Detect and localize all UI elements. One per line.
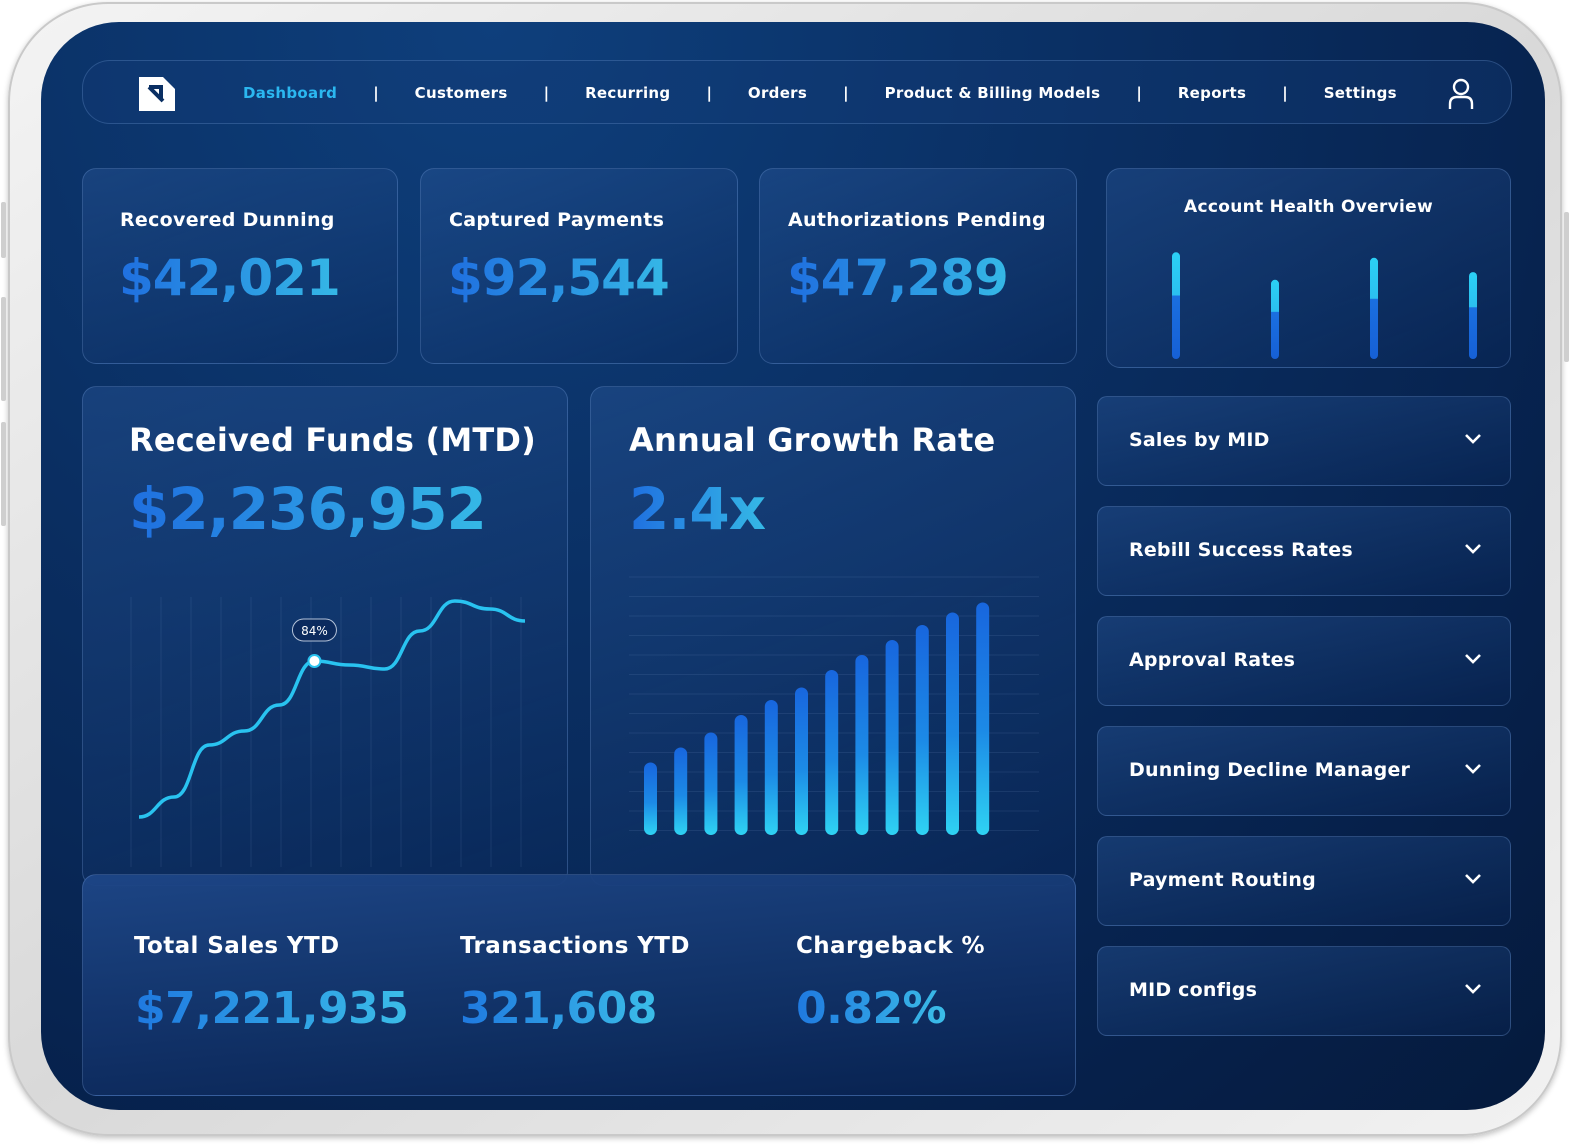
health-bars <box>1172 252 1477 359</box>
nav-separator: | <box>1136 84 1142 102</box>
nav-item-product-billing-models[interactable]: Product & Billing Models <box>885 84 1101 102</box>
dropdown-label: Sales by MID <box>1129 429 1270 451</box>
dropdown-sales-by-mid[interactable]: Sales by MID <box>1097 396 1511 486</box>
nav-separator: | <box>843 84 849 102</box>
summary-value: 321,608 <box>460 983 657 1034</box>
dropdown-label: Payment Routing <box>1129 869 1316 891</box>
nav-item-dashboard[interactable]: Dashboard <box>243 84 337 102</box>
nav-separator: | <box>543 84 550 102</box>
screen: Dashboard | Customers | Recurring | Orders | Pro… <box>41 22 1545 1110</box>
annual-growth-bar-chart <box>629 576 1039 835</box>
volume-button <box>1 422 6 526</box>
user-icon[interactable] <box>1447 78 1475 110</box>
stat-title: Recovered Dunning <box>120 209 335 231</box>
growth-bar <box>674 747 688 835</box>
health-bar <box>1172 252 1180 359</box>
growth-bar <box>825 670 839 835</box>
growth-bar <box>855 655 869 835</box>
growth-bar <box>704 732 718 835</box>
health-bar <box>1370 257 1378 359</box>
dropdown-dunning-decline-manager[interactable]: Dunning Decline Manager <box>1097 726 1511 816</box>
nav-separator: | <box>706 84 712 102</box>
growth-bar <box>764 700 778 835</box>
tablet-frame: Dashboard | Customers | Recurring | Orders | Pro… <box>1 2 1569 1136</box>
received-funds-line-chart: 84% <box>130 597 526 867</box>
power-button <box>1564 212 1569 362</box>
summary-value: $7,221,935 <box>135 983 409 1034</box>
nav-separator: | <box>1282 84 1288 102</box>
stat-title: Captured Payments <box>449 209 665 231</box>
dropdown-mid-configs[interactable]: MID configs <box>1097 946 1511 1036</box>
health-bar <box>1469 272 1477 359</box>
annual-growth-card[interactable]: Annual Growth Rate 2.4x <box>590 386 1076 886</box>
chevron-down-icon[interactable] <box>1464 543 1482 555</box>
nav-item-recurring[interactable]: Recurring <box>585 84 670 102</box>
growth-bar <box>946 612 959 835</box>
chevron-down-icon[interactable] <box>1464 873 1482 885</box>
nav-item-reports[interactable]: Reports <box>1178 84 1246 102</box>
growth-bar <box>734 715 748 835</box>
logo-icon[interactable] <box>137 75 177 113</box>
nav-menu: Dashboard | Customers | Recurring | Orders | Pro… <box>243 61 1397 125</box>
nav-item-settings[interactable]: Settings <box>1324 84 1397 102</box>
highlight-point[interactable] <box>307 654 322 668</box>
ytd-summary-card: Total Sales YTD $7,221,935 Transactions … <box>82 874 1076 1096</box>
chevron-down-icon[interactable] <box>1464 653 1482 665</box>
growth-bar <box>885 640 899 835</box>
health-bar <box>1271 279 1279 359</box>
tooltip-text: 84% <box>301 624 328 638</box>
dropdown-label: Rebill Success Rates <box>1129 539 1353 561</box>
chevron-down-icon[interactable] <box>1464 433 1482 445</box>
chevron-down-icon[interactable] <box>1464 763 1482 775</box>
growth-bar <box>644 762 657 835</box>
dropdown-payment-routing[interactable]: Payment Routing <box>1097 836 1511 926</box>
volume-button <box>1 297 6 401</box>
dropdown-label: Approval Rates <box>1129 649 1296 671</box>
stat-card-authorizations-pending[interactable]: Authorizations Pending $47,289 <box>759 168 1077 364</box>
nav-item-orders[interactable]: Orders <box>748 84 807 102</box>
growth-bar <box>915 625 929 835</box>
received-funds-card[interactable]: Received Funds (MTD) $2,236,952 84% <box>82 386 568 886</box>
summary-title: Transactions YTD <box>460 933 690 959</box>
stat-card-recovered-dunning[interactable]: Recovered Dunning $42,021 <box>82 168 398 364</box>
stat-value: $47,289 <box>787 249 1009 307</box>
stat-value: $42,021 <box>119 249 341 307</box>
nav-item-customers[interactable]: Customers <box>415 84 508 102</box>
dropdown-label: MID configs <box>1129 979 1258 1001</box>
growth-bar <box>795 687 808 835</box>
chevron-down-icon[interactable] <box>1464 983 1482 995</box>
account-health-card[interactable]: Account Health Overview <box>1106 168 1511 368</box>
stat-title: Authorizations Pending <box>788 209 1046 231</box>
top-navigation-bar: Dashboard | Customers | Recurring | Orders | Pro… <box>82 60 1512 124</box>
volume-button <box>1 202 6 258</box>
stat-value: $92,544 <box>448 249 670 307</box>
summary-title: Total Sales YTD <box>134 933 340 959</box>
dropdown-rebill-success-rates[interactable]: Rebill Success Rates <box>1097 506 1511 596</box>
nav-separator: | <box>373 84 379 102</box>
summary-value: 0.82% <box>796 983 947 1034</box>
growth-bar <box>976 602 990 835</box>
stat-card-captured-payments[interactable]: Captured Payments $92,544 <box>420 168 738 364</box>
dropdown-label: Dunning Decline Manager <box>1129 759 1411 781</box>
dropdown-approval-rates[interactable]: Approval Rates <box>1097 616 1511 706</box>
summary-title: Chargeback % <box>796 933 985 959</box>
